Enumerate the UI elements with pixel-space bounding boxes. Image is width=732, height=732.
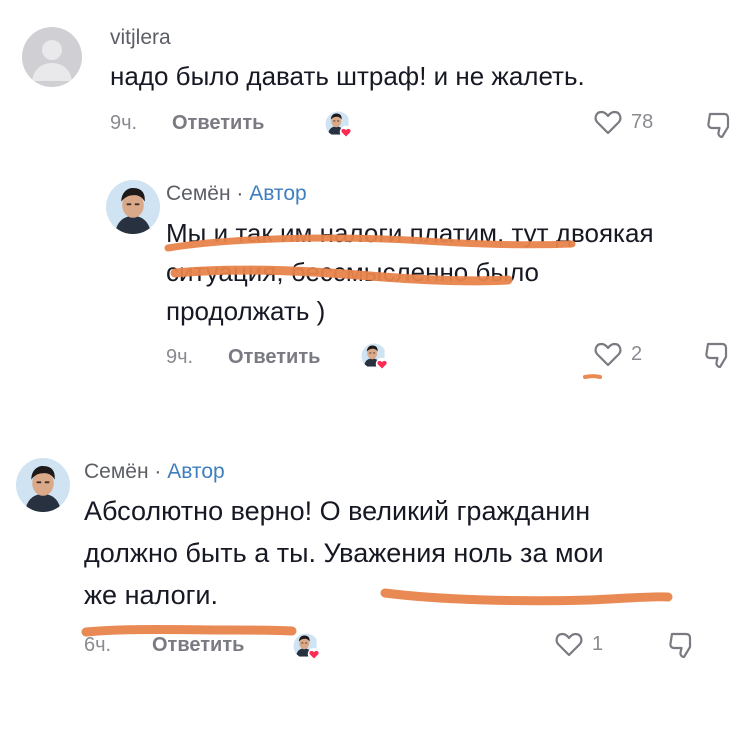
like-count: 1 [592, 632, 604, 655]
thumbs-down-outline-icon[interactable] [704, 340, 732, 370]
comment-text-line: продолжать ) [166, 296, 326, 326]
comment-text-line: же налоги. [84, 580, 219, 610]
reply-button[interactable]: Ответить [228, 346, 320, 369]
reply-comment-semyon: Семён · Автор Мы и так им налоги платим,… [0, 160, 732, 390]
author-badge: Автор [249, 182, 307, 205]
comment-username[interactable]: Семён · Автор [84, 460, 225, 484]
creator-heart-avatar-icon [359, 341, 389, 371]
avatar[interactable] [106, 180, 160, 234]
creator-heart-avatar-icon [291, 631, 321, 661]
like-count: 2 [631, 342, 643, 365]
comment-text-line: Абсолютно верно! О великий гражданин [84, 496, 591, 526]
default-avatar[interactable] [22, 27, 82, 87]
comment-username[interactable]: Семён · Автор [166, 182, 307, 206]
author-badge: Автор [167, 460, 225, 483]
like-button[interactable]: 1 [554, 630, 603, 658]
reply-button[interactable]: Ответить [152, 634, 244, 657]
comment-semyon: Семён · Автор Абсолютно верно! О великий… [0, 440, 732, 680]
author-avatar-icon [106, 180, 160, 234]
comment-time: 9ч. [110, 112, 138, 134]
comment-text: Абсолютно верно! О великий гражданин дол… [84, 490, 724, 616]
comment-text-line: ситуация, бессмысленно было [166, 257, 539, 287]
heart-outline-icon [594, 342, 622, 367]
username: Семён [166, 182, 231, 205]
creator-heart-avatar-icon [323, 109, 353, 139]
heart-outline-icon [594, 110, 622, 135]
like-button[interactable]: 78 [593, 108, 653, 136]
avatar[interactable] [16, 458, 70, 512]
comment-text: Мы и так им налоги платим, тут двоякая с… [166, 214, 726, 331]
separator: · [230, 182, 250, 205]
comment-vitjlera: vitjlera надо было давать штраф! и не жа… [0, 0, 732, 160]
author-avatar-icon [16, 458, 70, 512]
comment-time: 9ч. [166, 346, 194, 368]
thumbs-down-outline-icon[interactable] [668, 630, 698, 660]
separator: · [148, 460, 168, 483]
user-placeholder-icon [22, 27, 82, 87]
comment-time: 6ч. [84, 634, 112, 656]
comment-text: надо было давать штраф! и не жалеть. [110, 61, 585, 91]
thumbs-down-outline-icon[interactable] [706, 110, 732, 140]
heart-outline-icon [555, 632, 583, 657]
comment-username[interactable]: vitjlera [110, 26, 171, 50]
like-count: 78 [631, 110, 654, 133]
reply-button[interactable]: Ответить [172, 112, 264, 135]
comment-text-line: Мы и так им налоги платим, тут двоякая [166, 218, 654, 248]
username: Семён [84, 460, 149, 483]
like-button[interactable]: 2 [593, 340, 642, 368]
comment-text-line: должно быть а ты. Уважения ноль за мои [84, 538, 604, 568]
